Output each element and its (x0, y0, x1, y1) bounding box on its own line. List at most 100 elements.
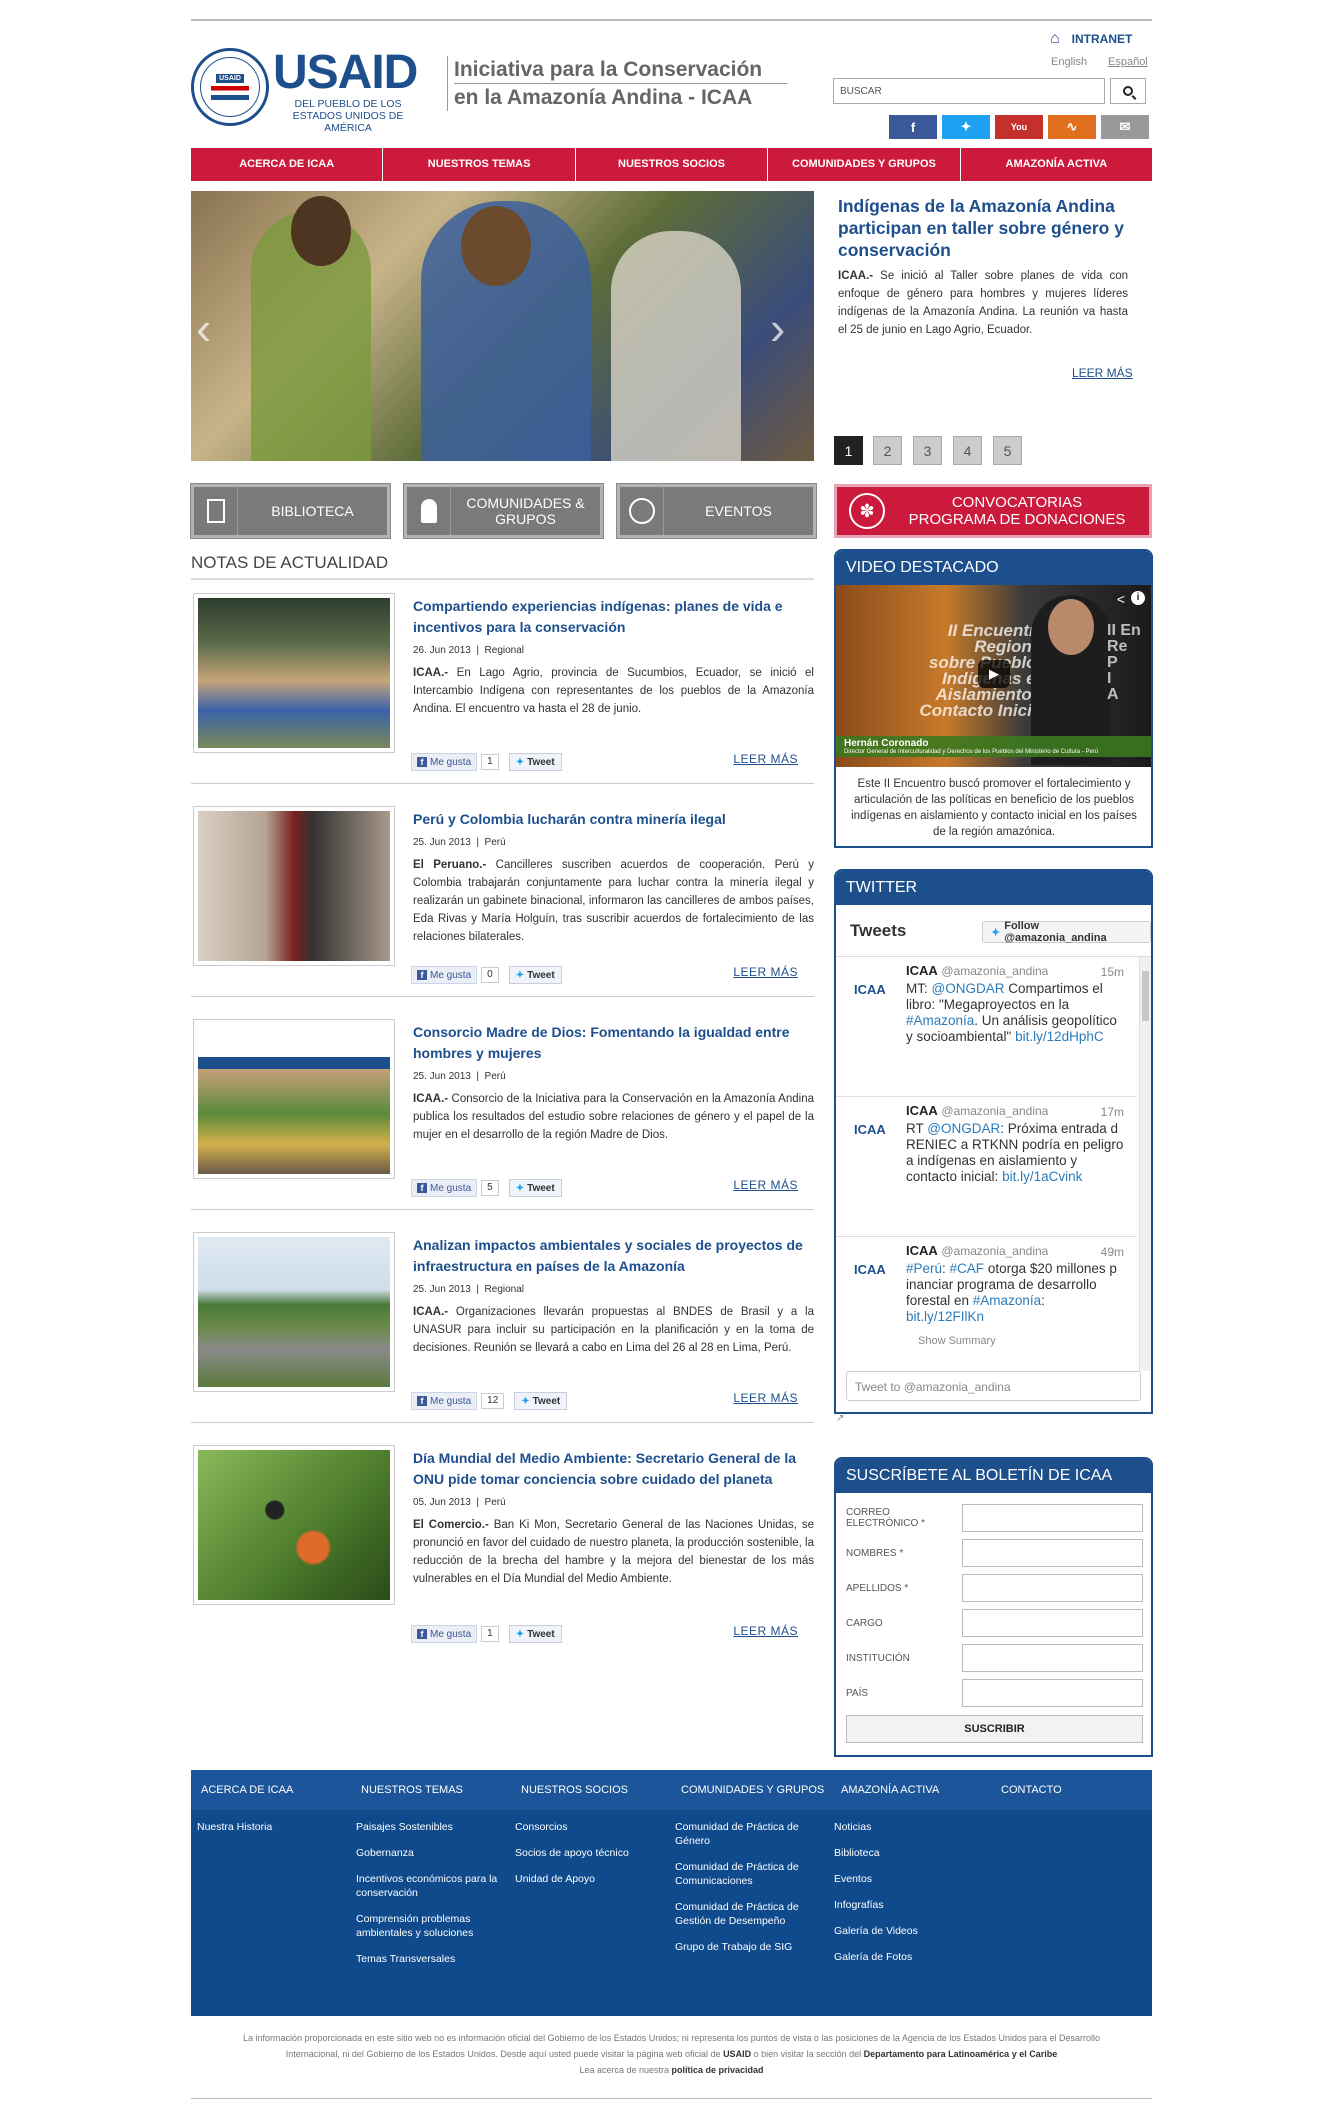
intranet-link[interactable]: ⌂ INTRANET (1050, 30, 1132, 48)
home-icon[interactable]: ⌂ (1050, 30, 1060, 48)
footer-heading[interactable]: CONTACTO (991, 1770, 1151, 1810)
news-thumb[interactable] (193, 593, 395, 753)
tweet-input[interactable]: Tweet to @amazonia_andina (846, 1371, 1141, 1401)
footer-link[interactable]: Comunidad de Práctica de Comunicaciones (675, 1860, 820, 1888)
slider-page-4[interactable]: 4 (953, 436, 982, 465)
footer-link[interactable]: Incentivos económicos para la conservaci… (356, 1872, 501, 1900)
news-thumb[interactable] (193, 1019, 395, 1179)
lang-espanol[interactable]: Español (1108, 56, 1148, 68)
biblioteca-button[interactable]: BIBLIOTECA (191, 484, 390, 538)
footer-link[interactable]: Comprensión problemas ambientales y solu… (356, 1912, 501, 1940)
footer-link[interactable]: Galería de Fotos (834, 1950, 979, 1964)
slider-page-3[interactable]: 3 (913, 436, 942, 465)
youtube-icon[interactable]: You (995, 115, 1043, 139)
usaid-link[interactable]: USAID (723, 2049, 751, 2059)
news-title[interactable]: Analizan impactos ambientales y sociales… (413, 1235, 814, 1277)
footer-link[interactable]: Eventos (834, 1872, 979, 1886)
tweet-button[interactable]: ✦ Tweet (508, 1179, 562, 1197)
read-more-link[interactable]: LEER MÁS (733, 1624, 798, 1638)
read-more-link[interactable]: LEER MÁS (733, 965, 798, 979)
show-summary-link[interactable]: Show Summary (918, 1335, 996, 1347)
tweet-scrollbar[interactable] (1139, 957, 1151, 1371)
like-button[interactable]: f Me gusta (411, 1392, 478, 1410)
footer-link[interactable]: Comunidad de Práctica de Gestión de Dese… (675, 1900, 820, 1928)
nav-temas[interactable]: NUESTROS TEMAS (383, 148, 576, 181)
tweet-item[interactable]: ICAA ICAA @amazonia_andina 49m #Perú: #C… (836, 1237, 1136, 1371)
slider-page-2[interactable]: 2 (873, 436, 902, 465)
news-thumb[interactable] (193, 806, 395, 966)
info-icon[interactable]: i (1131, 591, 1145, 605)
footer-link[interactable]: Grupo de Trabajo de SIG (675, 1940, 820, 1954)
eventos-button[interactable]: EVENTOS (617, 484, 816, 538)
dept-link[interactable]: Departamento para Latinoamérica y el Car… (864, 2049, 1058, 2059)
nombres-field[interactable] (962, 1539, 1143, 1567)
tweet-list[interactable]: ICAA ICAA @amazonia_andina 15m MT: @ONGD… (836, 956, 1151, 1371)
nav-comunidades[interactable]: COMUNIDADES Y GRUPOS (768, 148, 961, 181)
slider-image[interactable] (191, 191, 814, 461)
footer-link[interactable]: Galería de Videos (834, 1924, 979, 1938)
footer-link[interactable]: Unidad de Apoyo (515, 1872, 660, 1886)
slider-page-1[interactable]: 1 (834, 436, 863, 465)
tweet-button[interactable]: ✦ Tweet (508, 1625, 562, 1643)
footer-link[interactable]: Gobernanza (356, 1846, 501, 1860)
footer-link[interactable]: Nuestra Historia (197, 1820, 342, 1834)
footer-link[interactable]: Infografías (834, 1898, 979, 1912)
nav-acerca[interactable]: ACERCA DE ICAA (191, 148, 384, 181)
news-title[interactable]: Consorcio Madre de Dios: Fomentando la i… (413, 1022, 814, 1064)
read-more-link[interactable]: LEER MÁS (733, 1178, 798, 1192)
footer-heading[interactable]: AMAZONÍA ACTIVA (831, 1770, 991, 1810)
email-field[interactable] (962, 1504, 1143, 1532)
institucion-field[interactable] (962, 1644, 1143, 1672)
slider-prev-icon[interactable]: ‹ (196, 305, 211, 351)
cargo-field[interactable] (962, 1609, 1143, 1637)
like-button[interactable]: f Me gusta (411, 753, 478, 771)
tweet-button[interactable]: ✦ Tweet (508, 966, 562, 984)
footer-link[interactable]: Comunidad de Práctica de Género (675, 1820, 820, 1848)
slider-read-more[interactable]: LEER MÁS (1072, 366, 1133, 380)
subscribe-button[interactable]: SUSCRIBIR (846, 1715, 1143, 1743)
footer-link[interactable]: Biblioteca (834, 1846, 979, 1860)
news-thumb[interactable] (193, 1232, 395, 1392)
slider-next-icon[interactable]: › (770, 305, 785, 351)
pais-field[interactable] (962, 1679, 1143, 1707)
tweet-item[interactable]: ICAA ICAA @amazonia_andina 17m RT @ONGDA… (836, 1097, 1136, 1237)
slider-page-5[interactable]: 5 (993, 436, 1022, 465)
like-button[interactable]: f Me gusta (411, 1625, 478, 1643)
like-button[interactable]: f Me gusta (411, 966, 478, 984)
nav-amazonia[interactable]: AMAZONÍA ACTIVA (961, 148, 1152, 181)
twitter-icon[interactable]: ✦ (942, 115, 990, 139)
read-more-link[interactable]: LEER MÁS (733, 1391, 798, 1405)
comunidades-button[interactable]: COMUNIDADES & GRUPOS (404, 484, 603, 538)
usaid-logo[interactable]: USAID DEL PUEBLO DE LOS ESTADOS UNIDOS D… (273, 49, 423, 135)
tweet-item[interactable]: ICAA ICAA @amazonia_andina 15m MT: @ONGD… (836, 957, 1136, 1097)
tweet-button[interactable]: ✦ Tweet (508, 753, 562, 771)
convocatorias-button[interactable]: ✽ CONVOCATORIAS PROGRAMA DE DONACIONES (834, 484, 1152, 538)
rss-icon[interactable]: ∿ (1048, 115, 1096, 139)
site-title[interactable]: Iniciativa para la Conservación en la Am… (447, 56, 787, 111)
news-title[interactable]: Perú y Colombia lucharán contra minería … (413, 809, 814, 830)
facebook-icon[interactable]: f (889, 115, 937, 139)
footer-heading[interactable]: NUESTROS SOCIOS (511, 1770, 671, 1810)
slider-title[interactable]: Indígenas de la Amazonía Andina particip… (838, 195, 1128, 261)
share-icon[interactable]: < (1117, 591, 1125, 607)
read-more-link[interactable]: LEER MÁS (733, 752, 798, 766)
footer-heading[interactable]: NUESTROS TEMAS (351, 1770, 511, 1810)
like-button[interactable]: f Me gusta (411, 1179, 478, 1197)
footer-link[interactable]: Temas Transversales (356, 1952, 501, 1966)
tweet-button[interactable]: ✦ Tweet (514, 1392, 568, 1410)
video-player[interactable]: II Encuentro Regional sobre Pueblos Indí… (836, 585, 1151, 767)
footer-link[interactable]: Consorcios (515, 1820, 660, 1834)
news-title[interactable]: Compartiendo experiencias indígenas: pla… (413, 596, 814, 638)
lang-english[interactable]: English (1051, 56, 1087, 68)
footer-heading[interactable]: COMUNIDADES Y GRUPOS (671, 1770, 831, 1810)
search-input[interactable]: BUSCAR (833, 78, 1105, 104)
news-title[interactable]: Día Mundial del Medio Ambiente: Secretar… (413, 1448, 814, 1490)
nav-socios[interactable]: NUESTROS SOCIOS (576, 148, 769, 181)
footer-link[interactable]: Paisajes Sostenibles (356, 1820, 501, 1834)
email-icon[interactable]: ✉ (1101, 115, 1149, 139)
footer-heading[interactable]: ACERCA DE ICAA (191, 1770, 351, 1810)
apellidos-field[interactable] (962, 1574, 1143, 1602)
play-button[interactable]: ▶ (978, 660, 1010, 688)
follow-button[interactable]: ✦ Follow @amazonia_andina (982, 920, 1151, 944)
footer-link[interactable]: Socios de apoyo técnico (515, 1846, 660, 1860)
